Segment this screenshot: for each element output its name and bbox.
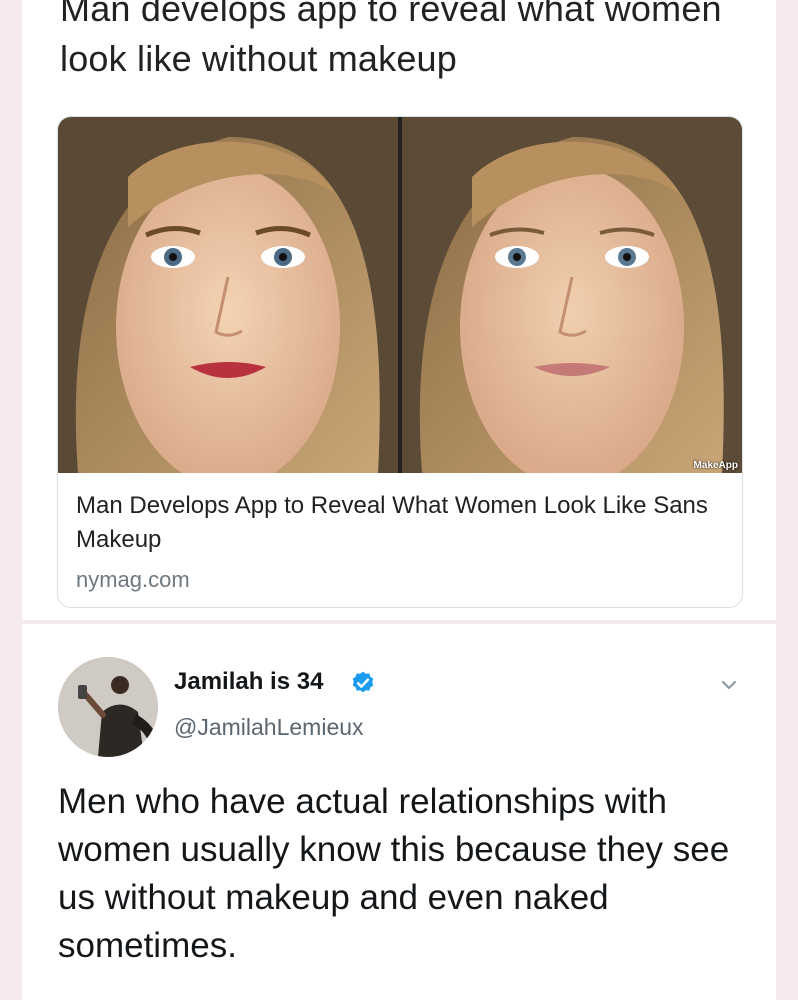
verified-badge-icon: [350, 670, 376, 696]
link-preview-image: MakeApp: [58, 117, 742, 473]
user-handle[interactable]: @JamilahLemieux: [174, 714, 364, 741]
link-preview-card[interactable]: MakeApp Man Develops App to Reveal What …: [57, 116, 743, 608]
link-title[interactable]: Man Develops App to Reveal What Women Lo…: [76, 489, 716, 557]
display-name[interactable]: Jamilah is 34: [174, 668, 323, 696]
shared-post-card: Man develops app to reveal what women lo…: [22, 0, 776, 620]
tweet-text: Men who have actual relationships with w…: [58, 782, 730, 965]
tweet-card: Jamilah is 34 @JamilahLemieux Men who ha…: [22, 624, 776, 1000]
chevron-down-icon[interactable]: [718, 674, 740, 696]
image-watermark: MakeApp: [693, 460, 738, 471]
link-domain: nymag.com: [76, 567, 190, 592]
avatar[interactable]: [58, 657, 158, 757]
headline: Man develops app to reveal what women lo…: [60, 0, 722, 79]
